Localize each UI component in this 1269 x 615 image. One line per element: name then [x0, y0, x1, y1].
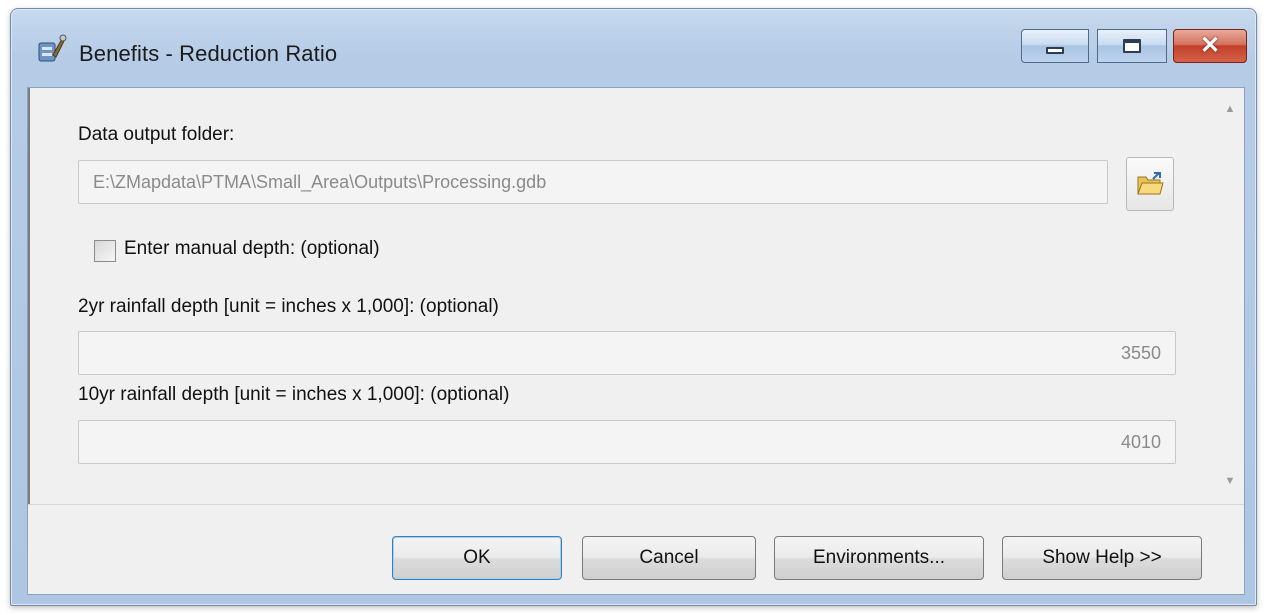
cancel-button[interactable]: Cancel: [582, 536, 756, 580]
rain-2yr-label: 2yr rainfall depth [unit = inches x 1,00…: [78, 296, 499, 317]
ok-button[interactable]: OK: [392, 536, 562, 580]
output-folder-label: Data output folder:: [78, 124, 235, 145]
tool-dialog-window: Benefits - Reduction Ratio ✕ Data output…: [10, 8, 1257, 606]
environments-button[interactable]: Environments...: [774, 536, 984, 580]
browse-folder-button[interactable]: [1126, 157, 1174, 211]
scroll-up-arrow-icon[interactable]: ▲: [1222, 102, 1238, 116]
vertical-scrollbar[interactable]: ▲ ▼: [1216, 88, 1244, 504]
geoprocessing-tool-icon: [38, 34, 67, 62]
maximize-icon: [1123, 39, 1141, 53]
manual-depth-checkbox[interactable]: [94, 240, 116, 262]
maximize-button[interactable]: [1097, 29, 1167, 63]
rain-10yr-label: 10yr rainfall depth [unit = inches x 1,0…: [78, 384, 510, 405]
open-folder-icon: [1137, 172, 1164, 195]
show-help-button[interactable]: Show Help >>: [1002, 536, 1202, 580]
title-bar[interactable]: Benefits - Reduction Ratio ✕: [11, 9, 1256, 89]
parameters-panel: Data output folder: E:\ZMapdata\PTMA\Sma…: [28, 88, 1244, 504]
close-button[interactable]: ✕: [1173, 29, 1247, 63]
scroll-down-arrow-icon[interactable]: ▼: [1222, 474, 1238, 488]
panel-border: [28, 88, 30, 504]
dialog-client-area: Data output folder: E:\ZMapdata\PTMA\Sma…: [27, 87, 1245, 595]
minimize-icon: [1046, 46, 1064, 54]
footer-divider: [28, 504, 1244, 505]
manual-depth-label: Enter manual depth: (optional): [124, 238, 380, 259]
window-title: Benefits - Reduction Ratio: [79, 41, 338, 66]
rain-10yr-input[interactable]: 4010: [78, 420, 1176, 464]
rain-2yr-input[interactable]: 3550: [78, 331, 1176, 375]
output-folder-input[interactable]: E:\ZMapdata\PTMA\Small_Area\Outputs\Proc…: [78, 160, 1108, 204]
minimize-button[interactable]: [1021, 29, 1089, 63]
close-icon: ✕: [1199, 32, 1221, 59]
